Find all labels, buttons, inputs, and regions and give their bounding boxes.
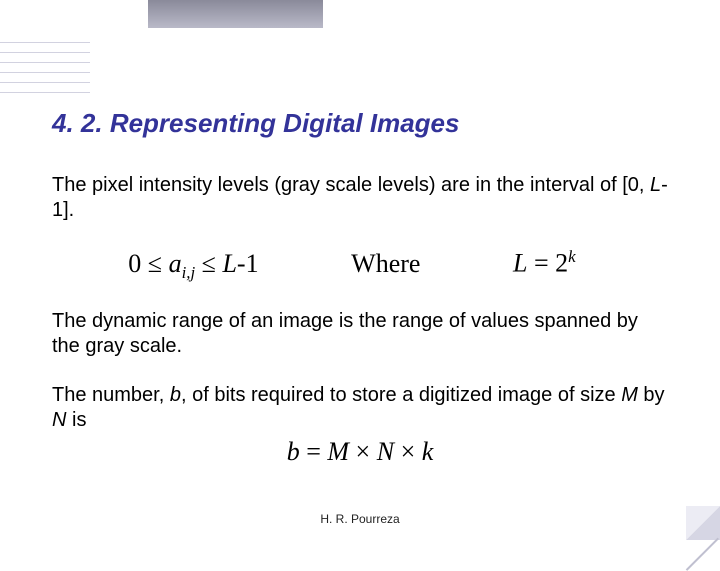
paragraph-1: The pixel intensity levels (gray scale l…	[52, 173, 668, 223]
para3-by: by	[638, 384, 665, 406]
eq-eq2: = 2	[528, 249, 569, 278]
slide-title: 4. 2. Representing Digital Images	[52, 108, 668, 139]
para3-is: is	[66, 409, 86, 431]
eq-k: k	[568, 247, 576, 266]
eq2-k: k	[422, 437, 434, 466]
eq-zero: 0	[128, 249, 148, 278]
eq-inequality: 0 ≤ ai,j ≤ L-1	[128, 249, 258, 283]
eq-a: a	[162, 249, 182, 278]
equation-row-2: b = M × N × k	[52, 437, 668, 467]
eq-le1: ≤	[148, 249, 162, 278]
eq2-eq: =	[300, 437, 328, 466]
eq-le2: ≤	[195, 249, 222, 278]
para3-a: The number,	[52, 384, 170, 406]
header-accent-bar	[148, 0, 323, 28]
slide-content: 4. 2. Representing Digital Images The pi…	[52, 108, 668, 467]
eq-ij: i,j	[182, 263, 196, 282]
eq-minus1: -1	[237, 249, 259, 278]
page-curl	[686, 506, 720, 540]
page-curl-edge	[686, 538, 719, 571]
para3-M: M	[621, 384, 638, 406]
para1-text-a: The pixel intensity levels (gray scale l…	[52, 174, 650, 196]
eq-L: L	[222, 249, 236, 278]
para3-c: , of bits required to store a digitized …	[181, 384, 621, 406]
eq2-x2: ×	[394, 437, 422, 466]
eq2-M: M	[327, 437, 349, 466]
eq2-x1: ×	[349, 437, 377, 466]
equation-row-1: 0 ≤ ai,j ≤ L-1 Where L = 2k	[82, 247, 622, 283]
margin-rule-lines	[0, 33, 90, 93]
paragraph-2: The dynamic range of an image is the ran…	[52, 309, 668, 359]
para1-L: L	[650, 174, 661, 196]
footer-author: H. R. Pourreza	[0, 512, 720, 526]
paragraph-3: The number, b, of bits required to store…	[52, 383, 668, 433]
eq2-b: b	[287, 437, 300, 466]
para3-b: b	[170, 384, 181, 406]
eq-L2: L	[513, 249, 527, 278]
eq-Lpow: L = 2k	[513, 247, 576, 279]
para3-N: N	[52, 409, 66, 431]
eq2-N: N	[377, 437, 394, 466]
eq-where: Where	[351, 249, 420, 279]
